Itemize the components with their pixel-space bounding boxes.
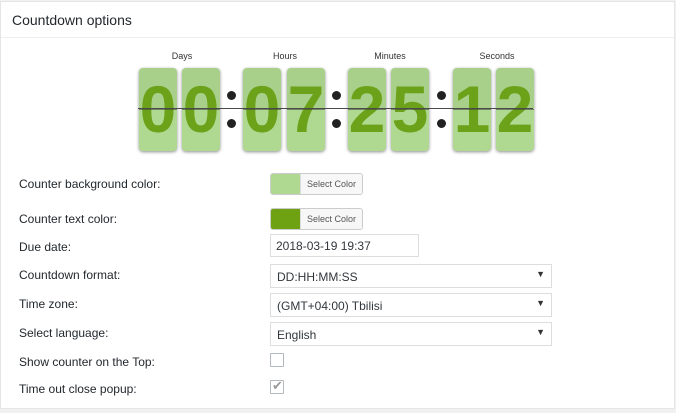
chevron-down-icon: ▼: [536, 298, 545, 308]
language-label: Select language:: [19, 326, 109, 340]
separator-dot: [227, 91, 236, 100]
text-color-swatch: [271, 209, 300, 229]
countdown-preview: Days Hours Minutes Seconds 0 0 0 7 2 5 1…: [0, 0, 676, 160]
chevron-down-icon: ▼: [536, 327, 545, 337]
label-seconds: Seconds: [479, 51, 515, 61]
digit-hours-2: 7: [287, 68, 325, 151]
separator-dot: [332, 119, 341, 128]
digit-days-1: 0: [139, 68, 177, 151]
bg-color-label: Counter background color:: [19, 177, 161, 191]
digit-seconds-2: 2: [496, 68, 534, 151]
bg-color-button-label: Select Color: [300, 174, 362, 194]
footer-strip: [0, 409, 676, 413]
timeout-close-label: Time out close popup:: [19, 382, 137, 396]
checkmark-icon: ✔: [272, 378, 283, 393]
due-date-label: Due date:: [19, 240, 72, 254]
label-days: Days: [171, 51, 193, 61]
timeout-close-checkbox[interactable]: ✔: [270, 378, 284, 394]
due-date-input[interactable]: 2018-03-19 19:37: [270, 234, 419, 257]
bg-color-swatch: [271, 174, 300, 194]
separator-dot: [437, 91, 446, 100]
label-minutes: Minutes: [374, 51, 406, 61]
show-top-label: Show counter on the Top:: [19, 355, 155, 369]
label-hours: Hours: [272, 51, 297, 61]
digit-minutes-2: 5: [391, 68, 429, 151]
countdown-format-label: Countdown format:: [19, 268, 121, 282]
text-color-label: Counter text color:: [19, 212, 118, 226]
countdown-format-value: DD:HH:MM:SS: [277, 270, 358, 284]
digit-seconds-1: 1: [453, 68, 491, 151]
time-zone-select[interactable]: (GMT+04:00) Tbilisi ▼: [270, 293, 552, 317]
digit-hours-1: 0: [243, 68, 281, 151]
digit-minutes-1: 2: [348, 68, 386, 151]
countdown-format-select[interactable]: DD:HH:MM:SS ▼: [270, 264, 552, 288]
show-top-checkbox[interactable]: [270, 353, 284, 367]
separator-dot: [332, 91, 341, 100]
chevron-down-icon: ▼: [536, 269, 545, 279]
text-color-button[interactable]: Select Color: [270, 208, 363, 230]
digit-days-2: 0: [182, 68, 220, 151]
text-color-button-label: Select Color: [300, 209, 362, 229]
separator-dot: [227, 119, 236, 128]
bg-color-button[interactable]: Select Color: [270, 173, 363, 195]
language-value: English: [277, 328, 317, 342]
time-zone-label: Time zone:: [19, 297, 78, 311]
time-zone-value: (GMT+04:00) Tbilisi: [277, 299, 383, 313]
counter-split-line: [138, 108, 533, 109]
separator-dot: [437, 119, 446, 128]
language-select[interactable]: English ▼: [270, 322, 552, 346]
